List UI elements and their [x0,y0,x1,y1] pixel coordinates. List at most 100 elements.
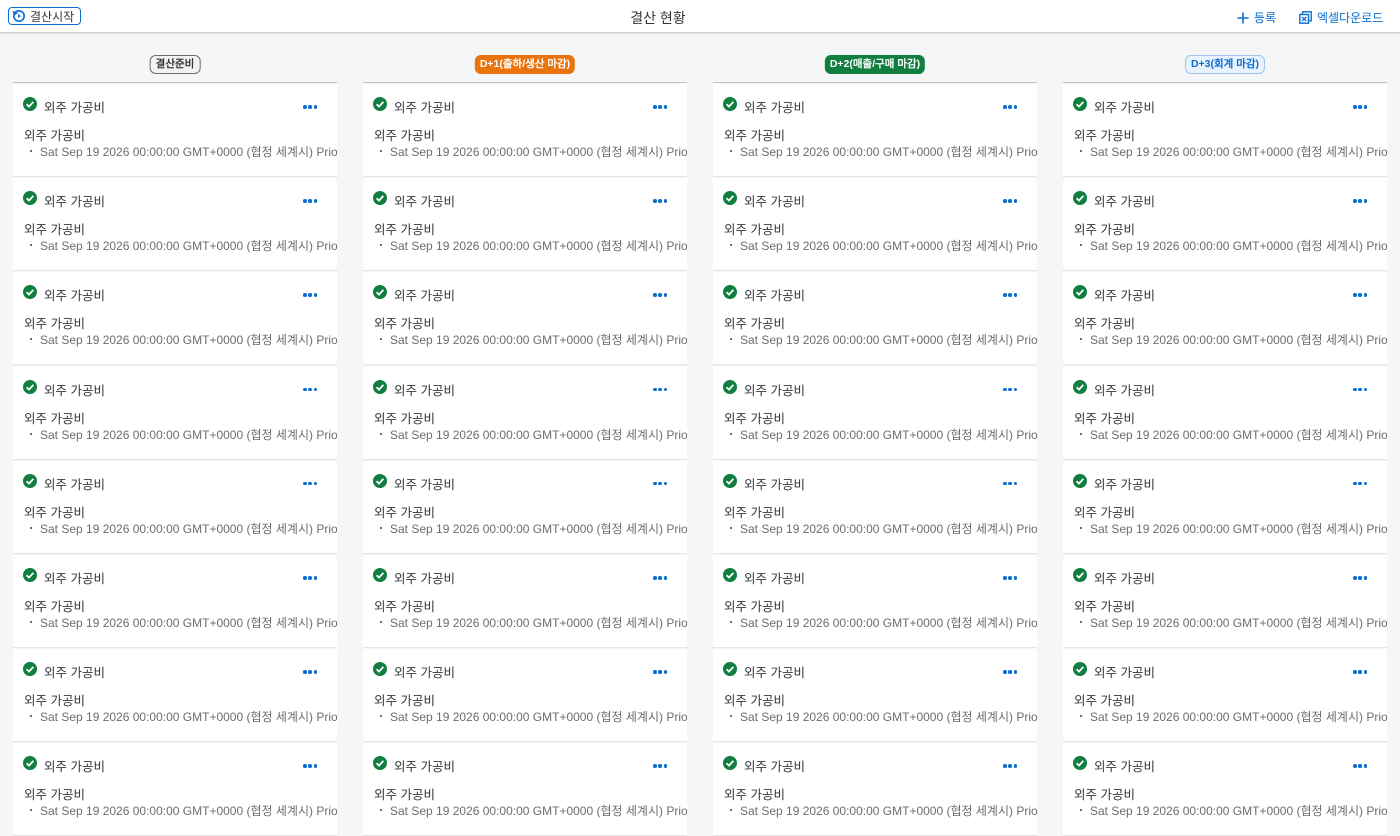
more-icon[interactable] [653,670,667,674]
more-icon[interactable] [1353,670,1367,674]
bullet-icon [730,150,732,152]
card-title: 외주 가공비 [394,289,455,304]
task-card[interactable]: 외주 가공비 외주 가공비 Sat Sep 19 2026 00:00:00 GMT… [713,555,1037,648]
more-icon[interactable] [653,199,667,203]
check-circle-icon [1073,473,1087,493]
more-icon[interactable] [1003,576,1017,580]
task-card[interactable]: 외주 가공비 외주 가공비 Sat Sep 19 2026 00:00:00 GMT… [363,460,687,554]
task-card[interactable]: 외주 가공비 외주 가공비 Sat Sep 19 2026 00:00:00 GMT… [1063,272,1387,366]
task-card[interactable]: 외주 가공비 외주 가공비 Sat Sep 19 2026 00:00:00 GMT… [713,272,1037,366]
stage-tag: D+2(매출/구매 마감) [824,55,926,74]
task-card[interactable]: 외주 가공비 외주 가공비 Sat Sep 19 2026 00:00:00 GMT… [1063,743,1387,836]
more-icon[interactable] [303,670,317,674]
task-card[interactable]: 외주 가공비 외주 가공비 Sat Sep 19 2026 00:00:00 GMT… [13,366,337,460]
task-card[interactable]: 외주 가공비 외주 가공비 Sat Sep 19 2026 00:00:00 GMT… [713,460,1037,554]
task-card[interactable]: 외주 가공비 외주 가공비 Sat Sep 19 2026 00:00:00 GMT… [363,366,687,460]
check-circle-icon [1073,568,1087,587]
task-card[interactable]: 외주 가공비 외주 가공비 Sat Sep 19 2026 00:00:00 GMT… [13,178,337,272]
more-icon[interactable] [1353,764,1367,768]
task-card[interactable]: 외주 가공비 외주 가공비 Sat Sep 19 2026 00:00:00 GMT… [1063,555,1387,648]
task-card[interactable]: 외주 가공비 외주 가공비 Sat Sep 19 2026 00:00:00 GMT… [363,84,687,177]
card-date: Sat Sep 19 2026 00:00:00 GMT+0000 (협정 세계… [40,427,337,442]
check-circle-icon [23,473,37,493]
task-card[interactable]: 외주 가공비 외주 가공비 Sat Sep 19 2026 00:00:00 GMT… [363,649,687,743]
more-icon[interactable] [653,293,667,297]
more-icon[interactable] [653,387,667,392]
task-card[interactable]: 외주 가공비 외주 가공비 Sat Sep 19 2026 00:00:00 GMT… [1063,460,1387,554]
task-card[interactable]: 외주 가공비 외주 가공비 Sat Sep 19 2026 00:00:00 GMT… [713,649,1037,743]
task-card[interactable]: 외주 가공비 외주 가공비 Sat Sep 19 2026 00:00:00 GMT… [1063,84,1387,177]
task-card[interactable]: 외주 가공비 외주 가공비 Sat Sep 19 2026 00:00:00 GMT… [13,743,337,836]
bullet-icon [380,432,382,435]
app-header: 결산시작 결산 현황 등록 엑셀다운로드 [0,0,1400,33]
more-icon[interactable] [303,293,317,297]
task-card[interactable]: 외주 가공비 외주 가공비 Sat Sep 19 2026 00:00:00 GMT… [713,178,1037,272]
task-card[interactable]: 외주 가공비 외주 가공비 Sat Sep 19 2026 00:00:00 GMT… [713,743,1037,836]
card-subtitle: 외주 가공비 [24,317,85,332]
task-card[interactable]: 외주 가공비 외주 가공비 Sat Sep 19 2026 00:00:00 GMT… [1063,366,1387,460]
task-card[interactable]: 외주 가공비 외주 가공비 Sat Sep 19 2026 00:00:00 GMT… [1063,178,1387,272]
task-card[interactable]: 외주 가공비 외주 가공비 Sat Sep 19 2026 00:00:00 GMT… [363,743,687,836]
more-icon[interactable] [1353,481,1367,486]
check-circle-icon [723,662,737,681]
card-date: Sat Sep 19 2026 00:00:00 GMT+0000 (협정 세계… [40,804,337,819]
task-card[interactable]: 외주 가공비 외주 가공비 Sat Sep 19 2026 00:00:00 GMT… [13,272,337,366]
excel-download-label: 엑셀다운로드 [1317,11,1384,25]
page-title: 결산 현황 [630,10,686,26]
card-subtitle: 외주 가공비 [1074,223,1135,238]
more-icon[interactable] [1003,105,1017,109]
more-icon[interactable] [1353,105,1367,109]
task-card[interactable]: 외주 가공비 외주 가공비 Sat Sep 19 2026 00:00:00 GMT… [363,555,687,648]
bullet-icon [1080,526,1082,529]
more-icon[interactable] [1353,576,1367,580]
more-icon[interactable] [1003,764,1017,768]
more-icon[interactable] [653,764,667,768]
task-card[interactable]: 외주 가공비 외주 가공비 Sat Sep 19 2026 00:00:00 GMT… [713,366,1037,460]
more-icon[interactable] [303,199,317,203]
bullet-icon [1080,809,1082,812]
stage-tag: D+1(출하/생산 마감) [474,55,576,74]
closing-board: 결산준비 외주 가공비 외주 가공비 Sat Sep 19 2026 00:00:00… [0,33,1400,836]
more-icon[interactable] [303,481,317,486]
more-icon[interactable] [1003,481,1017,486]
card-title: 외주 가공비 [744,760,805,775]
card-date: Sat Sep 19 2026 00:00:00 GMT+0000 (협정 세계… [390,427,687,442]
more-icon[interactable] [303,576,317,580]
card-subtitle: 외주 가공비 [374,694,435,709]
more-icon[interactable] [653,481,667,486]
more-icon[interactable] [1003,199,1017,203]
more-icon[interactable] [653,576,667,580]
card-subtitle: 외주 가공비 [374,317,435,332]
more-icon[interactable] [303,764,317,768]
task-card[interactable]: 외주 가공비 외주 가공비 Sat Sep 19 2026 00:00:00 GMT… [1063,649,1387,743]
excel-download-button[interactable]: 엑셀다운로드 [1299,9,1383,26]
card-subtitle: 외주 가공비 [374,788,435,803]
task-card[interactable]: 외주 가공비 외주 가공비 Sat Sep 19 2026 00:00:00 GMT… [363,272,687,366]
more-icon[interactable] [303,105,317,109]
card-title: 외주 가공비 [1094,760,1155,775]
task-card[interactable]: 외주 가공비 외주 가공비 Sat Sep 19 2026 00:00:00 GMT… [13,460,337,554]
more-icon[interactable] [1003,670,1017,674]
more-icon[interactable] [1353,387,1367,392]
card-date: Sat Sep 19 2026 00:00:00 GMT+0000 (협정 세계… [390,710,687,725]
more-icon[interactable] [1003,387,1017,392]
more-icon[interactable] [1353,199,1367,203]
more-icon[interactable] [653,105,667,109]
more-icon[interactable] [1003,293,1017,297]
check-circle-icon [23,285,37,304]
register-button[interactable]: 등록 [1237,9,1276,26]
card-date: Sat Sep 19 2026 00:00:00 GMT+0000 (협정 세계… [1090,239,1387,254]
add-icon [1237,12,1249,23]
card-subtitle: 외주 가공비 [374,129,435,143]
more-icon[interactable] [1353,293,1367,297]
card-subtitle: 외주 가공비 [724,129,785,143]
task-card[interactable]: 외주 가공비 외주 가공비 Sat Sep 19 2026 00:00:00 GMT… [13,84,337,177]
task-card[interactable]: 외주 가공비 외주 가공비 Sat Sep 19 2026 00:00:00 GMT… [713,84,1037,177]
task-card[interactable]: 외주 가공비 외주 가공비 Sat Sep 19 2026 00:00:00 GMT… [363,178,687,272]
card-title: 외주 가공비 [44,289,105,304]
task-card[interactable]: 외주 가공비 외주 가공비 Sat Sep 19 2026 00:00:00 GMT… [13,649,337,743]
card-date: Sat Sep 19 2026 00:00:00 GMT+0000 (협정 세계… [740,239,1037,254]
task-card[interactable]: 외주 가공비 외주 가공비 Sat Sep 19 2026 00:00:00 GMT… [13,555,337,648]
more-icon[interactable] [303,387,317,392]
excel-download-icon [1299,11,1312,24]
